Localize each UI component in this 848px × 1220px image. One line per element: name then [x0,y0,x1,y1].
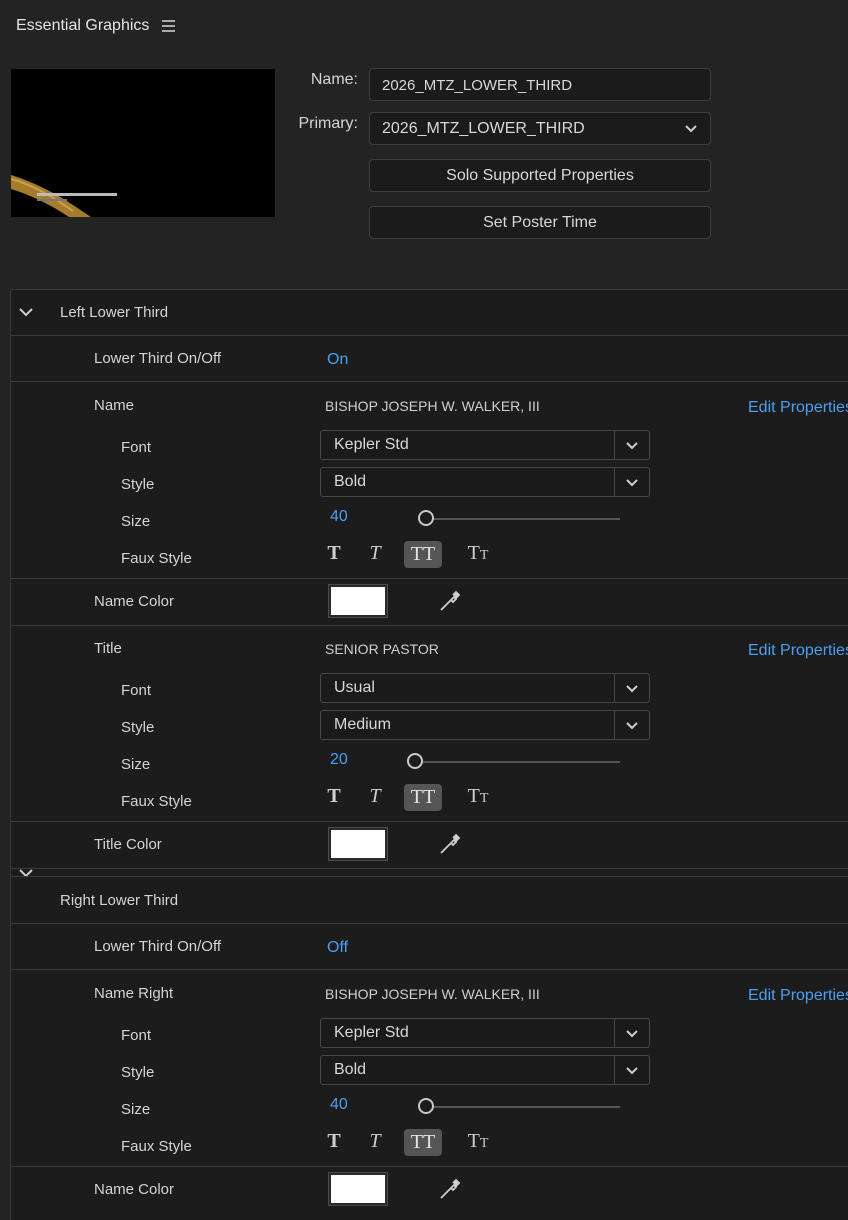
left-onoff-toggle[interactable]: On [327,351,348,369]
title-color-label: Title Color [94,836,162,853]
template-name-input[interactable]: 2026_MTZ_LOWER_THIRD [369,68,711,101]
eyedropper-icon[interactable] [437,1178,461,1202]
size-label: Size [121,513,151,530]
all-caps-icon[interactable]: TT [404,541,442,568]
menu-icon[interactable] [162,20,175,32]
small-caps-icon[interactable]: TT [462,785,494,811]
edit-properties-link[interactable]: Edit Properties [748,642,848,660]
primary-select[interactable]: 2026_MTZ_LOWER_THIRD [369,112,711,145]
template-preview [11,69,275,217]
name-color-swatch[interactable] [328,1172,388,1206]
style-value: Medium [334,716,391,733]
size-slider-thumb[interactable] [418,510,434,526]
divider [10,1166,848,1167]
divider [10,969,848,970]
size-label: Size [121,756,151,773]
font-value: Kepler Std [334,1024,409,1041]
chevron-down-icon [685,125,697,133]
small-caps-icon[interactable]: TT [462,1130,494,1156]
left-name-label: Name [94,397,135,414]
faux-italic-icon[interactable]: T [363,1130,387,1156]
font-label: Font [121,682,152,699]
set-poster-time-button[interactable]: Set Poster Time [369,206,711,239]
group-title-right[interactable]: Right Lower Third [60,892,178,909]
name-color-swatch[interactable] [328,584,388,618]
title-label: Title [94,640,122,657]
title-text[interactable]: SENIOR PASTOR [325,641,439,657]
edit-properties-link[interactable]: Edit Properties [748,399,848,417]
size-slider-track[interactable] [426,518,620,520]
style-label: Style [121,719,155,736]
group-title-left[interactable]: Left Lower Third [60,304,168,321]
size-slider-thumb[interactable] [418,1098,434,1114]
faux-bold-icon[interactable]: T [322,1130,346,1156]
left-name-text[interactable]: BISHOP JOSEPH W. WALKER, III [325,398,540,414]
faux-style-label: Faux Style [121,793,192,810]
right-onoff-label: Lower Third On/Off [94,938,222,955]
style-label: Style [121,476,155,493]
eyedropper-icon[interactable] [437,590,461,614]
chevron-down-icon[interactable] [18,306,34,318]
divider [10,876,848,877]
faux-bold-icon[interactable]: T [322,542,346,568]
primary-select-value: 2026_MTZ_LOWER_THIRD [382,120,585,137]
small-caps-icon[interactable]: TT [462,542,494,568]
title-style-dropdown[interactable]: Medium [320,710,650,740]
style-value: Bold [334,473,367,490]
all-caps-icon[interactable]: TT [404,1129,442,1156]
divider [10,923,848,924]
chevron-down-icon [626,722,638,730]
right-style-dropdown[interactable]: Bold [320,1055,650,1085]
right-onoff-toggle[interactable]: Off [327,939,348,957]
font-value: Usual [334,679,375,696]
left-onoff-label: Lower Third On/Off [94,350,222,367]
primary-label: Primary: [298,115,358,132]
style-value: Bold [334,1061,367,1078]
title-font-dropdown[interactable]: Usual [320,673,650,703]
chevron-down-icon [626,685,638,693]
panel-title: Essential Graphics [16,17,150,34]
faux-style-label: Faux Style [121,1138,192,1155]
divider [10,625,848,626]
faux-style-label: Faux Style [121,550,192,567]
size-slider-track[interactable] [415,761,620,763]
size-label: Size [121,1101,151,1118]
faux-bold-icon[interactable]: T [322,785,346,811]
name-color-label: Name Color [94,1181,175,1198]
edit-properties-link[interactable]: Edit Properties [748,987,848,1005]
faux-italic-icon[interactable]: T [363,785,387,811]
chevron-down-icon [626,1030,638,1038]
title-size-value[interactable]: 20 [330,751,348,769]
size-slider-track[interactable] [426,1106,620,1108]
chevron-down-icon[interactable] [18,867,34,879]
chevron-down-icon [626,479,638,487]
name-right-label: Name Right [94,985,174,1002]
name-label: Name: [310,71,358,88]
chevron-down-icon [626,1067,638,1075]
left-name-font-dropdown[interactable]: Kepler Std [320,430,650,460]
name-color-label: Name Color [94,593,175,610]
left-name-size-value[interactable]: 40 [330,508,348,526]
divider [10,335,848,336]
font-label: Font [121,439,152,456]
divider [10,868,848,869]
left-name-style-dropdown[interactable]: Bold [320,467,650,497]
title-color-swatch[interactable] [328,827,388,861]
style-label: Style [121,1064,155,1081]
font-label: Font [121,1027,152,1044]
all-caps-icon[interactable]: TT [404,784,442,811]
right-font-dropdown[interactable]: Kepler Std [320,1018,650,1048]
font-value: Kepler Std [334,436,409,453]
divider [10,821,848,822]
right-size-value[interactable]: 40 [330,1096,348,1114]
chevron-down-icon [626,442,638,450]
name-right-text[interactable]: BISHOP JOSEPH W. WALKER, III [325,986,540,1002]
faux-italic-icon[interactable]: T [363,542,387,568]
eyedropper-icon[interactable] [437,833,461,857]
divider [10,381,848,382]
divider [10,578,848,579]
size-slider-thumb[interactable] [407,753,423,769]
solo-supported-properties-button[interactable]: Solo Supported Properties [369,159,711,192]
